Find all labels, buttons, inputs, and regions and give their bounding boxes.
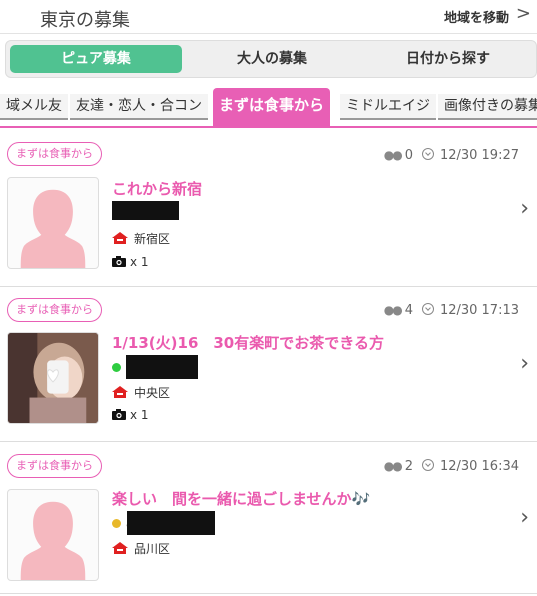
redacted-name — [127, 511, 216, 535]
photo-count: x 1 — [112, 408, 149, 422]
segment-control: ピュア募集 大人の募集 日付から探す — [5, 40, 537, 78]
eyes-icon: ●● — [383, 459, 403, 473]
category-tab-friends[interactable]: 友達・恋人・合コン — [70, 94, 208, 120]
person-silhouette-icon — [20, 501, 86, 580]
post-area: 品川区 — [112, 540, 170, 557]
user-name — [112, 200, 179, 222]
chevron-right-icon[interactable]: › — [520, 505, 529, 530]
clock-icon — [421, 148, 434, 160]
avatar-placeholder[interactable] — [7, 489, 99, 581]
user-name: a — [112, 511, 216, 535]
user-name — [112, 355, 198, 379]
tab-adult[interactable]: 大人の募集 — [186, 45, 358, 73]
header-bar: 東京の募集 地域を移動 > — [0, 0, 537, 34]
house-icon — [112, 542, 128, 554]
house-icon — [112, 386, 128, 398]
tab-by-date[interactable]: 日付から探す — [362, 45, 534, 73]
list-item[interactable]: まずは食事から ●● 4 12/30 17:13 1/13(火)16 30有楽町で… — [0, 287, 537, 442]
eyes-icon: ●● — [383, 303, 403, 317]
change-region-link[interactable]: 地域を移動 — [444, 7, 509, 26]
person-silhouette-icon — [20, 189, 86, 268]
category-tab-middle-age[interactable]: ミドルエイジ — [340, 94, 436, 120]
profile-photo-image — [8, 333, 98, 423]
post-time: 12/30 16:34 — [421, 459, 519, 474]
clock-icon — [421, 459, 434, 471]
view-count: ●● 4 — [383, 303, 413, 318]
redacted-name — [126, 355, 198, 379]
post-time: 12/30 19:27 — [421, 148, 519, 163]
camera-icon — [112, 256, 126, 267]
view-count: ●● 2 — [383, 459, 413, 474]
chevron-right-icon[interactable]: > — [516, 3, 531, 24]
post-area: 新宿区 — [112, 230, 170, 247]
category-tab-penpal[interactable]: 域メル友 — [0, 94, 68, 120]
post-area: 中央区 — [112, 384, 170, 401]
category-tab-with-image[interactable]: 画像付きの募集 — [438, 94, 537, 120]
post-title[interactable]: 楽しい 間を一緒に過ごしませんか🎶 — [112, 488, 370, 509]
category-tab-meal[interactable]: まずは食事から — [213, 88, 331, 126]
post-title[interactable]: これから新宿 — [112, 178, 202, 199]
photo-count: x 1 — [112, 255, 149, 269]
post-title[interactable]: 1/13(火)16 30有楽町でお茶できる方 — [112, 332, 384, 353]
profile-photo[interactable] — [7, 332, 99, 424]
avatar-placeholder[interactable] — [7, 177, 99, 269]
view-count: ●● 0 — [383, 148, 413, 163]
category-tabs: 域メル友 友達・恋人・合コン まずは食事から ミドルエイジ 画像付きの募集 — [0, 84, 537, 128]
status-dot — [112, 518, 121, 528]
category-badge: まずは食事から — [7, 142, 102, 166]
chevron-right-icon[interactable]: › — [520, 196, 529, 221]
clock-icon — [421, 303, 434, 315]
eyes-icon: ●● — [383, 148, 403, 162]
list-item[interactable]: まずは食事から ●● 2 12/30 16:34 楽しい 間を一緒に過ごしませんか… — [0, 442, 537, 594]
post-time: 12/30 17:13 — [421, 303, 519, 318]
redacted-name — [112, 201, 179, 220]
camera-icon — [112, 409, 126, 420]
category-badge: まずは食事から — [7, 298, 102, 322]
house-icon — [112, 232, 128, 244]
chevron-right-icon[interactable]: › — [520, 351, 529, 376]
list-item[interactable]: まずは食事から ●● 0 12/30 19:27 これから新宿 新宿区 x 1 › — [0, 130, 537, 287]
online-status-dot — [112, 362, 121, 372]
tab-pure[interactable]: ピュア募集 — [10, 45, 182, 73]
page-title: 東京の募集 — [40, 10, 130, 31]
category-badge: まずは食事から — [7, 454, 102, 478]
